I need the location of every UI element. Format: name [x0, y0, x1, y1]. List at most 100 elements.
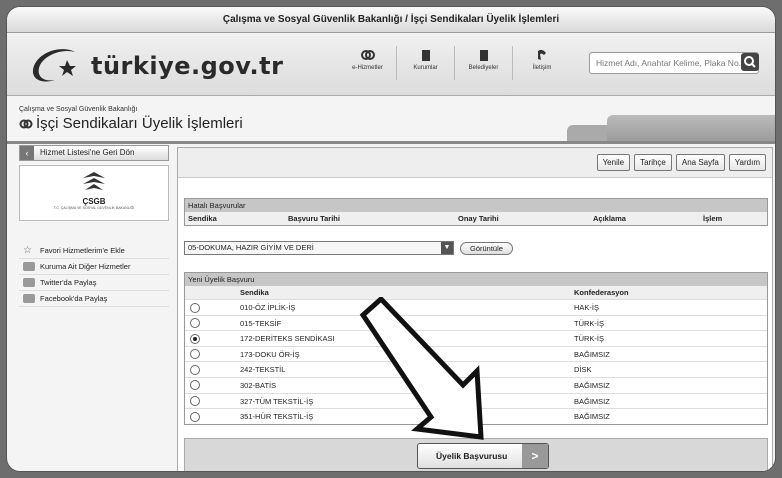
- csgb-logo-icon: [83, 172, 105, 190]
- sendika-cell: 327-TÜM TEKSTİL-İŞ: [240, 396, 314, 406]
- sendika-cell: 302-BATİS: [240, 380, 277, 390]
- radio-cell: [185, 362, 237, 377]
- radio-button[interactable]: [190, 349, 200, 360]
- logo-text: türkiye.gov.tr: [91, 52, 284, 80]
- nav-label: Belediyeler: [468, 65, 499, 71]
- goruntule-button[interactable]: Görüntüle: [460, 241, 513, 255]
- sidebar-link-diger[interactable]: Kuruma Ait Diğer Hizmetler: [19, 259, 169, 275]
- sendika-cell: 242-TEKSTİL: [240, 365, 286, 375]
- column-header: İşlem: [703, 214, 723, 223]
- radio-cell: [185, 409, 237, 424]
- sidebar-link-facebook[interactable]: Facebook'da Paylaş: [19, 291, 169, 307]
- table-header: Sendika Konfederasyon: [185, 286, 767, 299]
- page-title: İşçi Sendikaları Üyelik İşlemleri: [19, 115, 243, 132]
- chain-link-icon: [19, 119, 33, 128]
- nav-kurumlar[interactable]: Kurumlar: [397, 46, 455, 80]
- site-header: türkiye.gov.tr e-Hizmetler Kurumlar Bele…: [7, 34, 775, 96]
- facebook-icon: [23, 294, 35, 303]
- building-icon: [421, 50, 430, 61]
- filter-row: 05-DOKUMA, HAZIR GİYİM VE DERİ ▼ Görüntü…: [184, 241, 513, 255]
- org-full: T.C. ÇALIŞMA VE SOSYAL GÜVENLİK BAKANLIĞ…: [53, 206, 135, 210]
- yenile-button[interactable]: Yenile: [596, 154, 631, 171]
- sendika-cell: 172-DERİTEKS SENDİKASI: [240, 334, 335, 344]
- column-header: Başvuru Tarihi: [288, 214, 340, 223]
- radio-button[interactable]: [190, 333, 200, 344]
- column-header: Sendika: [188, 214, 217, 223]
- sendika-cell: 010-ÖZ İPLİK-İŞ: [240, 303, 296, 312]
- nav-e-hizmetler[interactable]: e-Hizmetler: [339, 46, 397, 80]
- table-row[interactable]: 242-TEKSTİL DİSK: [185, 361, 767, 377]
- table-row[interactable]: 172-DERİTEKS SENDİKASI TÜRK-İŞ: [185, 330, 767, 346]
- radio-cell: [185, 316, 237, 331]
- radio-cell: [185, 378, 237, 393]
- header-nav: e-Hizmetler Kurumlar Belediyeler İletişi…: [339, 46, 571, 80]
- uyelik-basvurusu-button[interactable]: Üyelik Başvurusu >: [417, 443, 549, 469]
- action-bar: Üyelik Başvurusu >: [184, 438, 768, 471]
- select-value: 05-DOKUMA, HAZIR GİYİM VE DERİ: [188, 243, 314, 252]
- nav-belediyeler[interactable]: Belediyeler: [455, 46, 513, 80]
- chevron-left-icon: ‹: [20, 146, 34, 160]
- table-header: Sendika Başvuru Tarihi Onay Tarihi Açıkl…: [185, 212, 767, 225]
- column-header: [185, 286, 237, 299]
- radio-button[interactable]: [190, 364, 200, 375]
- ana-sayfa-button[interactable]: Ana Sayfa: [675, 154, 725, 171]
- konfederasyon-cell: BAĞIMSIZ: [574, 380, 610, 390]
- radio-button[interactable]: [190, 318, 200, 329]
- sendika-cell: 351-HÜR TEKSTİL-İŞ: [240, 412, 314, 422]
- column-header: Konfederasyon: [574, 288, 629, 297]
- radio-button[interactable]: [190, 380, 200, 391]
- sidebar-link-favori[interactable]: ☆ Favori Hizmetlerim'e Ekle: [19, 243, 169, 259]
- twitter-icon: [23, 278, 35, 287]
- list-icon: [23, 262, 35, 271]
- link-label: Favori Hizmetlerim'e Ekle: [40, 246, 125, 255]
- radio-cell: [185, 394, 237, 409]
- table-row[interactable]: 010-ÖZ İPLİK-İŞ HAK-İŞ: [185, 299, 767, 315]
- button-label: Üyelik Başvurusu: [436, 451, 508, 461]
- column-header: Sendika: [240, 288, 269, 297]
- toolbar: Yenile Tarihçe Ana Sayfa Yardım: [178, 148, 772, 178]
- chain-link-icon: [360, 50, 375, 60]
- phone-icon: [538, 49, 546, 60]
- radio-cell: [185, 347, 237, 362]
- star-icon: ☆: [23, 245, 32, 256]
- konfederasyon-cell: DİSK: [574, 365, 592, 375]
- org-abbr: ÇSGB: [82, 197, 106, 206]
- yeni-uyelik-table: Yeni Üyelik Başvuru Sendika Konfederasyo…: [184, 272, 768, 425]
- radio-button[interactable]: [190, 302, 200, 313]
- crescent-star-logo-icon: [32, 49, 76, 82]
- table-row[interactable]: 173-DOKU ÖR-İŞ BAĞIMSIZ: [185, 345, 767, 362]
- konfederasyon-cell: TÜRK-İŞ: [574, 318, 604, 328]
- table-row[interactable]: 327-TÜM TEKSTİL-İŞ BAĞIMSIZ: [185, 392, 767, 409]
- nav-iletisim[interactable]: İletişim: [513, 46, 571, 80]
- sector-select[interactable]: 05-DOKUMA, HAZIR GİYİM VE DERİ ▼: [184, 241, 454, 255]
- sendika-cell: 173-DOKU ÖR-İŞ: [240, 349, 300, 359]
- radio-button[interactable]: [190, 411, 200, 422]
- search-input[interactable]: Hizmet Adı, Anahtar Kelime, Plaka No...: [589, 52, 759, 74]
- link-label: Twitter'da Paylaş: [40, 278, 97, 287]
- column-header: Onay Tarihi: [458, 214, 499, 223]
- link-label: Kuruma Ait Diğer Hizmetler: [40, 262, 131, 271]
- radio-button[interactable]: [190, 396, 200, 407]
- sidebar: ‹ Hizmet Listesi'ne Geri Dön ÇSGB T.C. Ç…: [19, 145, 169, 307]
- decorative-banner: [607, 115, 775, 143]
- search-icon[interactable]: [741, 53, 759, 71]
- chevron-down-icon: ▼: [441, 242, 453, 254]
- tarihce-button[interactable]: Tarihçe: [634, 154, 672, 171]
- table-row[interactable]: 302-BATİS BAĞIMSIZ: [185, 376, 767, 393]
- municipality-icon: [479, 50, 488, 61]
- table-row[interactable]: 015-TEKSİF TÜRK-İŞ: [185, 314, 767, 331]
- back-to-list-button[interactable]: ‹ Hizmet Listesi'ne Geri Dön: [19, 145, 169, 161]
- table-body: 010-ÖZ İPLİK-İŞ HAK-İŞ 015-TEKSİF TÜRK-İŞ 17…: [185, 299, 767, 424]
- nav-label: e-Hizmetler: [352, 65, 383, 71]
- divider: [7, 141, 775, 144]
- yardim-button[interactable]: Yardım: [728, 154, 766, 171]
- table-row[interactable]: 351-HÜR TEKSTİL-İŞ BAĞIMSIZ: [185, 408, 767, 424]
- site-logo[interactable]: türkiye.gov.tr: [29, 46, 283, 86]
- back-label: Hizmet Listesi'ne Geri Dön: [40, 148, 135, 157]
- hatali-basvurular-table: Hatalı Başvurular Sendika Başvuru Tarihi…: [184, 198, 768, 226]
- page-title-text: İşçi Sendikaları Üyelik İşlemleri: [36, 115, 243, 132]
- column-header: Açıklama: [593, 214, 626, 223]
- sidebar-link-twitter[interactable]: Twitter'da Paylaş: [19, 275, 169, 291]
- nav-label: Kurumlar: [413, 65, 438, 71]
- radio-cell: [185, 300, 237, 315]
